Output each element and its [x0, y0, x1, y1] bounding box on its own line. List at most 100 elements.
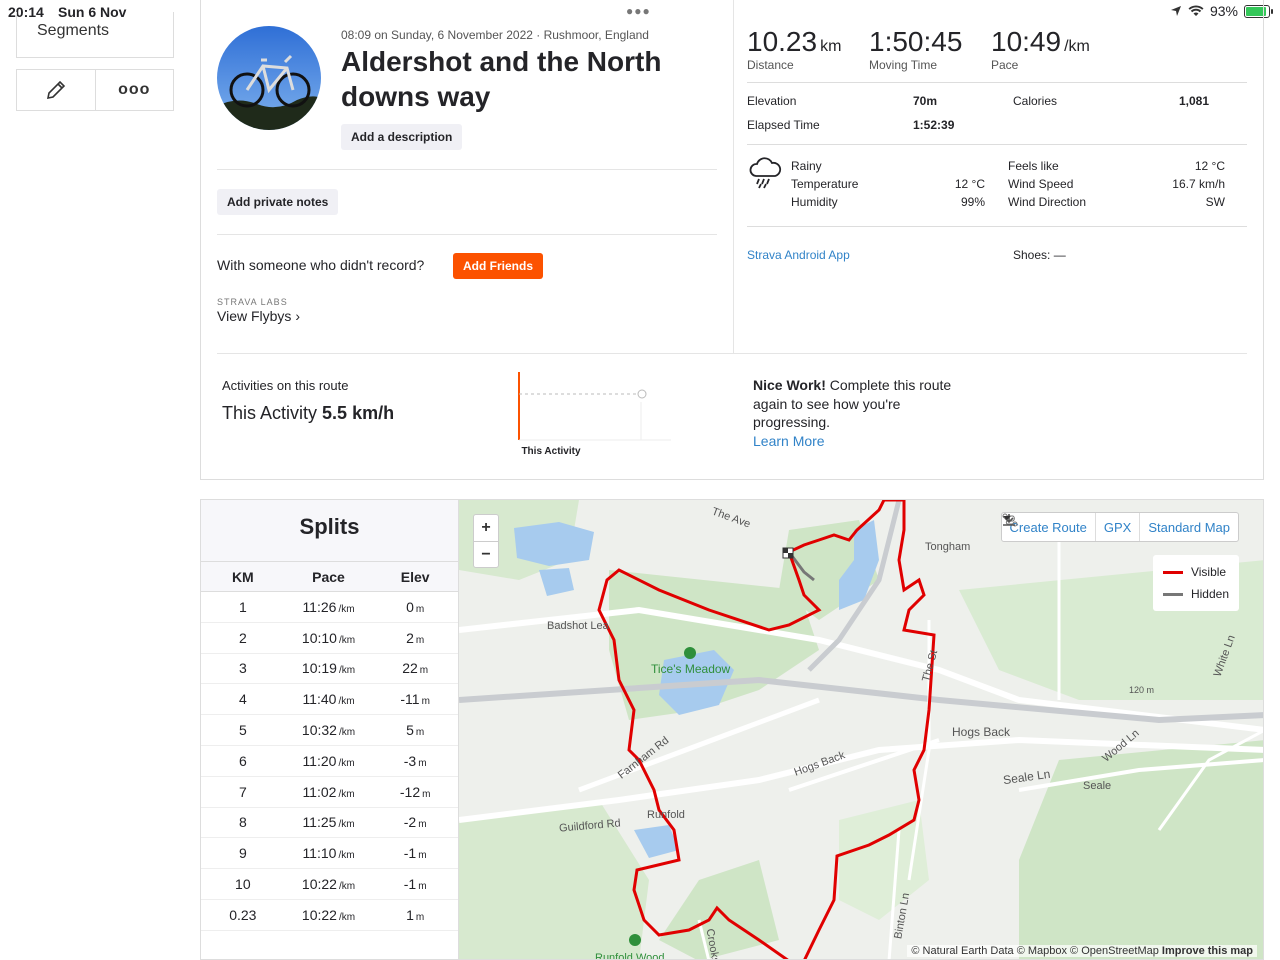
- edit-button[interactable]: [17, 70, 95, 110]
- improve-map-link[interactable]: Improve this map: [1162, 945, 1253, 957]
- chevron-down-icon: [1002, 516, 1011, 520]
- moving-time-value: 1:50:45: [869, 26, 963, 57]
- split-km: 1: [238, 598, 247, 615]
- split-row: 3 10:19/km 22 m: [201, 654, 458, 685]
- split-row: 0.23 10:22/km 1 m: [201, 900, 458, 931]
- wind-speed-value: 16.7 km/h: [1172, 177, 1225, 191]
- split-elev-value: 5: [406, 722, 414, 739]
- split-elev-unit: m: [418, 757, 427, 769]
- divider: [217, 169, 717, 170]
- legend-hidden-label: Hidden: [1190, 587, 1229, 601]
- split-elev: -2 m: [372, 814, 458, 830]
- humidity-value: 99%: [960, 195, 985, 209]
- standard-map-dropdown[interactable]: Standard Map: [1002, 513, 1238, 541]
- split-pace: 10:10/km: [285, 630, 373, 646]
- map-legend: Visible Hidden: [1152, 555, 1239, 611]
- split-km: 8: [238, 814, 247, 831]
- split-pace-value: 10:19: [301, 660, 337, 677]
- split-pace-unit: /km: [338, 603, 355, 615]
- split-km: 5: [238, 722, 247, 739]
- zoom-controls: + −: [473, 514, 499, 568]
- split-pace-unit: /km: [338, 911, 356, 923]
- wind-direction-label: Wind Direction: [1008, 195, 1087, 209]
- split-elev-unit: m: [418, 850, 427, 862]
- splits-rows: 1 11:26/km 0 m 2 10:10/km 2 m 3 10:19/km 22 m 4 11:40…: [201, 592, 458, 931]
- add-friends-button[interactable]: Add Friends: [453, 253, 544, 279]
- map-label: Tice's Meadow: [651, 662, 731, 676]
- split-elev-unit: m: [415, 727, 425, 739]
- standard-map-label: Standard Map: [1148, 519, 1230, 535]
- splits-panel: Splits KM Pace Elev 1 11:26/km 0 m 2 10:10/km…: [200, 499, 458, 960]
- split-pace: 11:20/km: [285, 753, 373, 769]
- split-pace-value: 11:26: [302, 598, 337, 615]
- split-pace-value: 11:25: [302, 814, 337, 831]
- split-elev-unit: m: [421, 696, 430, 708]
- split-km: 9: [238, 845, 247, 862]
- pace-value: 10:49: [991, 26, 1062, 57]
- split-pace-unit: /km: [338, 696, 355, 708]
- split-elev-value: 22: [402, 660, 418, 677]
- split-row: 1 11:26/km 0 m: [201, 592, 458, 623]
- more-button[interactable]: ooo: [94, 70, 174, 110]
- zoom-out-button[interactable]: −: [474, 541, 498, 567]
- distance-value: 10.23: [747, 26, 818, 57]
- split-elev: 0m: [372, 599, 458, 615]
- add-description-button[interactable]: Add a description: [341, 124, 463, 150]
- humidity-label: Humidity: [791, 195, 838, 209]
- split-pace-value: 10:22: [301, 876, 337, 893]
- legend-visible-swatch: [1162, 570, 1183, 574]
- pencil-icon: [46, 80, 65, 100]
- add-private-notes-button[interactable]: Add private notes: [217, 189, 339, 215]
- split-elev-unit: m: [418, 881, 427, 893]
- map-toolbar: Create Route GPX Standard Map: [1000, 512, 1239, 542]
- split-pace: 11:40/km: [285, 691, 373, 707]
- legend-visible-label: Visible: [1190, 565, 1227, 579]
- stat-pace: 10:49/km Pace: [991, 26, 1090, 72]
- nav-segments[interactable]: Segments: [16, 12, 174, 58]
- split-pace: 10:32/km: [285, 722, 373, 738]
- divider: [747, 226, 1247, 227]
- attribution-text: © Natural Earth Data © Mapbox © OpenStre…: [911, 945, 1159, 957]
- with-someone-text: With someone who didn't record?: [217, 257, 425, 273]
- split-row: 5 10:32/km 5 m: [201, 715, 458, 746]
- split-elev-value: -2: [403, 814, 417, 831]
- learn-more-link[interactable]: Learn More: [753, 433, 825, 449]
- split-pace: 10:22/km: [285, 876, 373, 892]
- map-label: Tongham: [925, 541, 971, 553]
- pace-label: Pace: [991, 58, 1019, 72]
- feels-like-label: Feels like: [1008, 159, 1059, 173]
- split-elev-value: 0: [406, 598, 414, 615]
- zoom-in-button[interactable]: +: [474, 515, 498, 541]
- more-icon: ooo: [118, 81, 151, 98]
- split-pace-value: 10:22: [301, 906, 337, 923]
- distance-unit: km: [820, 38, 842, 55]
- split-pace-unit: /km: [338, 850, 355, 862]
- stat-moving-time: 1:50:45 Moving Time: [869, 26, 962, 72]
- route-speed: 5.5 km/h: [322, 403, 395, 423]
- split-elev: 22 m: [372, 660, 458, 676]
- split-row: 2 10:10/km 2 m: [201, 623, 458, 654]
- elapsed-label: Elapsed Time: [747, 118, 820, 132]
- split-pace-unit: /km: [338, 634, 356, 646]
- split-elev-value: -11: [400, 691, 420, 708]
- split-pace-value: 10:10: [301, 629, 337, 646]
- divider: [733, 0, 734, 353]
- split-pace: 11:25/km: [285, 814, 373, 830]
- splits-header: KM Pace Elev: [201, 562, 458, 592]
- split-row: 9 11:10/km -1 m: [201, 838, 458, 870]
- avatar[interactable]: [217, 26, 321, 130]
- split-pace: 10:19/km: [285, 660, 373, 676]
- split-pace-unit: /km: [338, 788, 355, 800]
- legend-hidden-swatch: [1162, 592, 1183, 596]
- gpx-button[interactable]: GPX: [1002, 513, 1139, 541]
- create-route-label: Create Route: [1009, 519, 1087, 535]
- split-elev-unit: m: [415, 911, 425, 923]
- split-elev-value: 2: [406, 629, 414, 646]
- moving-time-label: Moving Time: [869, 58, 938, 72]
- map-canvas[interactable]: [459, 500, 1264, 960]
- route-map[interactable]: + − Create Route GPX Standard Map Visibl…: [458, 499, 1264, 960]
- device-app-link[interactable]: Strava Android App: [747, 248, 850, 262]
- view-flybys-link[interactable]: View Flybys ›: [217, 308, 300, 324]
- split-elev: 2m: [372, 630, 458, 646]
- split-pace-value: 11:20: [302, 752, 337, 769]
